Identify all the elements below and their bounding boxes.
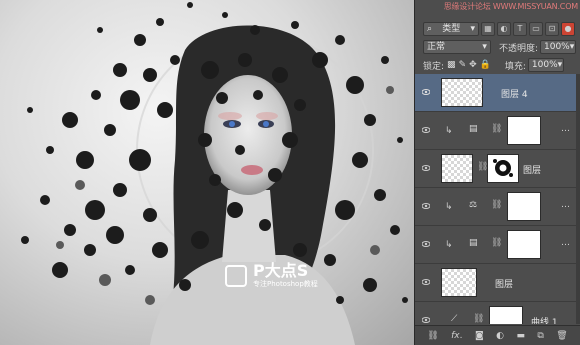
blend-mode-value: 正常 xyxy=(427,42,446,52)
levels-adjustment-icon: ▤ xyxy=(469,238,478,248)
layer-mask-thumbnail xyxy=(507,116,541,145)
layer-mask-thumbnail xyxy=(507,192,541,221)
layer-thumbnail xyxy=(441,154,473,183)
chevron-down-icon: ▾ xyxy=(569,42,575,52)
more-icon: … xyxy=(561,200,570,210)
adjustment-add-icon[interactable]: ◐ xyxy=(496,331,504,341)
kind-filter-select[interactable]: ⌕ 类型 ▾ xyxy=(423,22,479,36)
clipping-arrow-icon: ↳ xyxy=(445,202,453,212)
visibility-eye-icon[interactable] xyxy=(422,126,430,134)
link-icon: ⛓ xyxy=(491,200,503,210)
visibility-eye-icon[interactable] xyxy=(422,278,430,286)
layer-row[interactable]: 图层 4 xyxy=(415,74,576,112)
layer-row[interactable]: ↳ ▤ ⛓ … xyxy=(415,226,576,264)
opacity-input[interactable]: 100% ▾ xyxy=(540,40,576,54)
filter-type-icon[interactable]: T xyxy=(513,22,527,36)
logo-watermark: P大点S 专注Photoshop教程 xyxy=(225,262,318,289)
more-icon: … xyxy=(561,124,570,134)
search-icon: ⌕ xyxy=(427,24,433,34)
layer-name[interactable]: 图层 4 xyxy=(501,87,528,100)
logo-title: P大点S xyxy=(253,261,309,280)
kind-filter-label: 类型 xyxy=(442,24,461,34)
fill-value: 100% xyxy=(531,60,558,70)
link-icon: ⛓ xyxy=(473,314,485,324)
layer-name[interactable]: 图层 xyxy=(523,163,541,176)
layer-row[interactable]: ↳ ▤ ⛓ … xyxy=(415,112,576,150)
lock-all-icon[interactable]: 🔒 xyxy=(480,60,491,70)
layer-mask-thumbnail xyxy=(507,230,541,259)
link-icon: ⛓ xyxy=(491,238,503,248)
visibility-eye-icon[interactable] xyxy=(422,88,430,96)
lock-move-icon[interactable]: ✥ xyxy=(469,60,477,70)
visibility-eye-icon[interactable] xyxy=(422,316,430,324)
blend-mode-select[interactable]: 正常 ▾ xyxy=(423,40,491,54)
chevron-down-icon: ▾ xyxy=(482,42,487,52)
opacity-label: 不透明度: xyxy=(498,43,538,54)
layer-row[interactable]: ⛓ 图层 xyxy=(415,150,576,188)
logo-subtitle: 专注Photoshop教程 xyxy=(253,280,318,288)
layer-name[interactable]: 曲线 1 xyxy=(531,315,558,324)
filter-pixel-icon[interactable]: ▦ xyxy=(481,22,495,36)
visibility-eye-icon[interactable] xyxy=(422,240,430,248)
document-canvas[interactable]: P大点S 专注Photoshop教程 xyxy=(0,0,414,345)
layers-bottom-bar: ⛓ fx. ◙ ◐ ▬ ⧉ 🗑 xyxy=(415,325,580,345)
layers-list: 图层 4 ↳ ▤ ⛓ … ⛓ 图层 ↳ ⚖ ⛓ … ↳ ▤ ⛓ … 图层 ⟋ ⛓… xyxy=(415,74,576,324)
filter-adjustment-icon[interactable]: ◐ xyxy=(497,22,511,36)
artwork-image xyxy=(21,2,408,345)
site-watermark: 思缘设计论坛 WWW.MISSYUAN.COM xyxy=(443,2,578,11)
logo-icon xyxy=(225,264,247,287)
group-folder-icon[interactable]: ▬ xyxy=(516,331,525,341)
more-icon: … xyxy=(561,238,570,248)
chevron-down-icon: ▾ xyxy=(470,24,475,34)
opacity-value: 100% xyxy=(544,42,570,52)
filter-smart-icon[interactable]: ⊡ xyxy=(545,22,559,36)
chevron-down-icon: ▾ xyxy=(557,60,563,70)
layer-thumbnail xyxy=(441,268,477,297)
layer-row[interactable]: ↳ ⚖ ⛓ … xyxy=(415,188,576,226)
color-balance-icon: ⚖ xyxy=(469,200,478,210)
clipping-arrow-icon: ↳ xyxy=(445,240,453,250)
fill-input[interactable]: 100% ▾ xyxy=(527,58,564,72)
lock-label: 锁定: xyxy=(423,61,445,72)
fill-label: 填充: xyxy=(504,61,526,72)
lock-paint-icon[interactable]: ✎ xyxy=(459,60,467,70)
layer-thumbnail xyxy=(441,78,483,107)
layers-panel: 思缘设计论坛 WWW.MISSYUAN.COM ⌕ 类型 ▾ ▦ ◐ T ▭ ⊡… xyxy=(414,0,580,345)
splatter-mask-icon xyxy=(493,159,513,177)
new-layer-icon[interactable]: ⧉ xyxy=(537,331,543,341)
link-icon[interactable]: ⛓ xyxy=(427,331,438,341)
layer-row[interactable]: 图层 xyxy=(415,264,576,302)
filter-toggle-icon[interactable]: ● xyxy=(561,22,575,36)
curves-adjustment-icon: ⟋ xyxy=(451,314,458,324)
levels-adjustment-icon: ▤ xyxy=(469,124,478,134)
link-icon: ⛓ xyxy=(491,124,503,134)
fx-icon[interactable]: fx. xyxy=(451,331,462,341)
lock-transparent-icon[interactable]: ▩ xyxy=(447,60,456,70)
mask-add-icon[interactable]: ◙ xyxy=(475,331,484,341)
layer-mask-thumbnail xyxy=(487,154,519,183)
visibility-eye-icon[interactable] xyxy=(422,164,430,172)
layer-row[interactable]: ⟋ ⛓ 曲线 1 xyxy=(415,302,576,324)
filter-shape-icon[interactable]: ▭ xyxy=(529,22,543,36)
layer-mask-thumbnail xyxy=(489,306,523,324)
clipping-arrow-icon: ↳ xyxy=(445,126,453,136)
layers-scrollbar[interactable] xyxy=(576,74,580,324)
layer-name[interactable]: 图层 xyxy=(495,277,513,290)
trash-icon[interactable]: 🗑 xyxy=(556,331,567,341)
visibility-eye-icon[interactable] xyxy=(422,202,430,210)
